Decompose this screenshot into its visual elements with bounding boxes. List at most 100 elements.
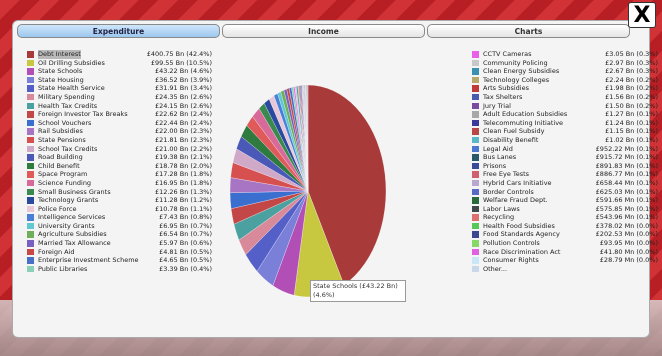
legend-row[interactable]: Health Tax Credits £24.15 Bn (2.6%) [27, 102, 212, 111]
legend-row[interactable]: Police Force £10.78 Bn (1.1%) [27, 205, 212, 214]
legend-row[interactable]: State Pensions £21.81 Bn (2.3%) [27, 136, 212, 145]
legend-swatch [472, 265, 479, 273]
legend-row[interactable]: Legal Aid £952.22 Mn (0.1%) [472, 145, 658, 154]
legend-row[interactable]: Health Food Subsidies £378.02 Mn (0.0%) [472, 222, 658, 231]
legend-label: Public Libraries [38, 264, 88, 273]
legend-value: £18.78 Bn (2.0%) [154, 161, 212, 170]
legend-row[interactable]: Technology Grants £11.28 Bn (1.2%) [27, 196, 212, 205]
legend-row[interactable]: Debt Interest £400.75 Bn (42.4%) [27, 50, 212, 59]
legend-row[interactable]: Food Standards Agency £202.53 Mn (0.0%) [472, 230, 658, 239]
legend-row[interactable]: Clean Fuel Subsidy £1.15 Bn (0.1%) [472, 127, 658, 136]
legend-row[interactable]: Recycling £543.96 Mn (0.1%) [472, 213, 658, 222]
legend-swatch [472, 257, 479, 264]
legend-row[interactable]: Telecommuting Initiative £1.24 Bn (0.1%) [472, 119, 658, 128]
expenditure-legend-left: Debt Interest £400.75 Bn (42.4%) Oil Drill… [27, 50, 212, 273]
legend-swatch [27, 197, 34, 204]
legend-swatch [472, 85, 479, 92]
legend-row[interactable]: Bus Lanes £915.72 Mn (0.1%) [472, 153, 658, 162]
legend-swatch [472, 59, 479, 67]
legend-swatch [472, 145, 479, 153]
legend-row[interactable]: Prisons £891.83 Mn (0.1%) [472, 162, 658, 171]
legend-row[interactable]: Public Libraries £3.39 Bn (0.4%) [27, 265, 212, 274]
legend-swatch [472, 154, 479, 161]
legend-row[interactable]: Small Business Grants £12.26 Bn (1.3%) [27, 188, 212, 197]
legend-row[interactable]: State Schools £43.22 Bn (4.6%) [27, 67, 212, 76]
legend-row[interactable]: Child Benefit £18.78 Bn (2.0%) [27, 162, 212, 171]
legend-label: Other... [483, 264, 508, 273]
legend-row[interactable]: Jury Trial £1.50 Bn (0.2%) [472, 102, 658, 111]
legend-row[interactable]: Space Program £17.28 Bn (1.8%) [27, 170, 212, 179]
legend-row[interactable]: Technology Colleges £2.24 Bn (0.2%) [472, 76, 658, 85]
legend-row[interactable]: Race Discrimination Act £41.80 Mn (0.0%) [472, 248, 658, 257]
legend-row[interactable]: Rail Subsidies £22.00 Bn (2.3%) [27, 127, 212, 136]
legend-value: £400.75 Bn (42.4%) [146, 50, 212, 58]
legend-swatch [27, 240, 34, 247]
legend-label: Technology Colleges [483, 75, 550, 84]
legend-row[interactable]: Science Funding £16.95 Bn (1.8%) [27, 179, 212, 188]
legend-row[interactable]: Foreign Investor Tax Breaks £22.62 Bn (2.… [27, 110, 212, 119]
legend-row[interactable]: Hybrid Cars Initiative £658.44 Mn (0.1%) [472, 179, 658, 188]
legend-row[interactable]: Married Tax Allowance £5.97 Bn (0.6%) [27, 239, 212, 248]
tab-charts[interactable]: Charts [427, 24, 630, 38]
tab-income[interactable]: Income [222, 24, 425, 38]
legend-row[interactable]: Border Controls £625.03 Mn (0.1%) [472, 188, 658, 197]
legend-row[interactable]: State Housing £36.52 Bn (3.9%) [27, 76, 212, 85]
legend-value: £2.67 Bn (0.3%) [605, 67, 658, 76]
legend-label: Technology Grants [38, 196, 99, 205]
legend-swatch [472, 68, 479, 75]
legend-value: £36.52 Bn (3.9%) [154, 75, 212, 84]
legend-row[interactable]: Welfare Fraud Dept. £591.66 Mn (0.1%) [472, 196, 658, 205]
legend-label: Recycling [483, 213, 515, 222]
legend-row[interactable]: Other... [472, 265, 658, 274]
legend-value: £1.98 Bn (0.2%) [605, 84, 658, 93]
legend-label: Jury Trial [483, 101, 511, 110]
legend-label: Community Policing [483, 58, 548, 67]
legend-row[interactable]: University Grants £6.95 Bn (0.7%) [27, 222, 212, 231]
legend-row[interactable]: Adult Education Subsidies £1.27 Bn (0.1%) [472, 110, 658, 119]
legend-label: University Grants [38, 221, 95, 230]
legend-label: Adult Education Subsidies [483, 110, 568, 119]
close-button[interactable]: X [628, 2, 656, 28]
legend-row[interactable]: Free Eye Tests £886.77 Mn (0.1%) [472, 170, 658, 179]
legend-label: Pollution Controls [483, 239, 540, 248]
legend-swatch [472, 240, 479, 247]
legend-row[interactable]: Tax Shelters £1.56 Bn (0.2%) [472, 93, 658, 102]
legend-value: £3.05 Bn (0.3%) [605, 50, 658, 58]
legend-value: £4.65 Bn (0.5%) [159, 256, 212, 265]
legend-row[interactable]: CCTV Cameras £3.05 Bn (0.3%) [472, 50, 658, 59]
legend-row[interactable]: Agriculture Subsidies £6.54 Bn (0.7%) [27, 230, 212, 239]
legend-swatch [27, 145, 34, 153]
legend-value: £891.83 Mn (0.1%) [595, 161, 658, 170]
legend-swatch [27, 188, 34, 195]
legend-swatch [27, 248, 34, 256]
legend-row[interactable]: School Tax Credits £21.00 Bn (2.2%) [27, 145, 212, 154]
legend-row[interactable]: Road Building £19.38 Bn (2.1%) [27, 153, 212, 162]
legend-row[interactable]: Community Policing £2.97 Bn (0.3%) [472, 59, 658, 68]
legend-row[interactable]: Pollution Controls £93.95 Mn (0.0%) [472, 239, 658, 248]
legend-row[interactable]: Labor Laws £575.85 Mn (0.1%) [472, 205, 658, 214]
legend-value: £5.97 Bn (0.6%) [159, 239, 212, 248]
legend-row[interactable]: Oil Drilling Subsidies £99.55 Bn (10.5%) [27, 59, 212, 68]
tab-expenditure[interactable]: Expenditure [17, 24, 220, 38]
legend-row[interactable]: School Vouchers £22.44 Bn (2.4%) [27, 119, 212, 128]
legend-row[interactable]: Military Spending £24.35 Bn (2.6%) [27, 93, 212, 102]
legend-row[interactable]: Arts Subsidies £1.98 Bn (0.2%) [472, 84, 658, 93]
legend-row[interactable]: Intelligence Services £7.43 Bn (0.8%) [27, 213, 212, 222]
legend-swatch [472, 136, 479, 144]
legend-label: Race Discrimination Act [483, 247, 561, 256]
legend-row[interactable]: Clean Energy Subsidies £2.67 Bn (0.3%) [472, 67, 658, 76]
legend-swatch [27, 154, 34, 161]
legend-row[interactable]: Disability Benefit £1.02 Bn (0.1%) [472, 136, 658, 145]
legend-value: £21.81 Bn (2.3%) [154, 135, 212, 144]
legend-row[interactable]: Consumer Rights £28.79 Mn (0.0%) [472, 256, 658, 265]
legend-label: Free Eye Tests [483, 170, 530, 179]
legend-row[interactable]: Enterprise Investment Scheme £4.65 Bn (0.… [27, 256, 212, 265]
legend-row[interactable]: State Health Service £31.91 Bn (3.4%) [27, 84, 212, 93]
legend-label: Health Food Subsidies [483, 221, 555, 230]
legend-value: £99.55 Bn (10.5%) [150, 58, 212, 67]
legend-label: Consumer Rights [483, 256, 539, 265]
legend-row[interactable]: Foreign Aid £4.81 Bn (0.5%) [27, 248, 212, 257]
legend-value: £17.28 Bn (1.8%) [154, 170, 212, 179]
legend-swatch [27, 231, 34, 238]
legend-swatch [27, 128, 34, 135]
